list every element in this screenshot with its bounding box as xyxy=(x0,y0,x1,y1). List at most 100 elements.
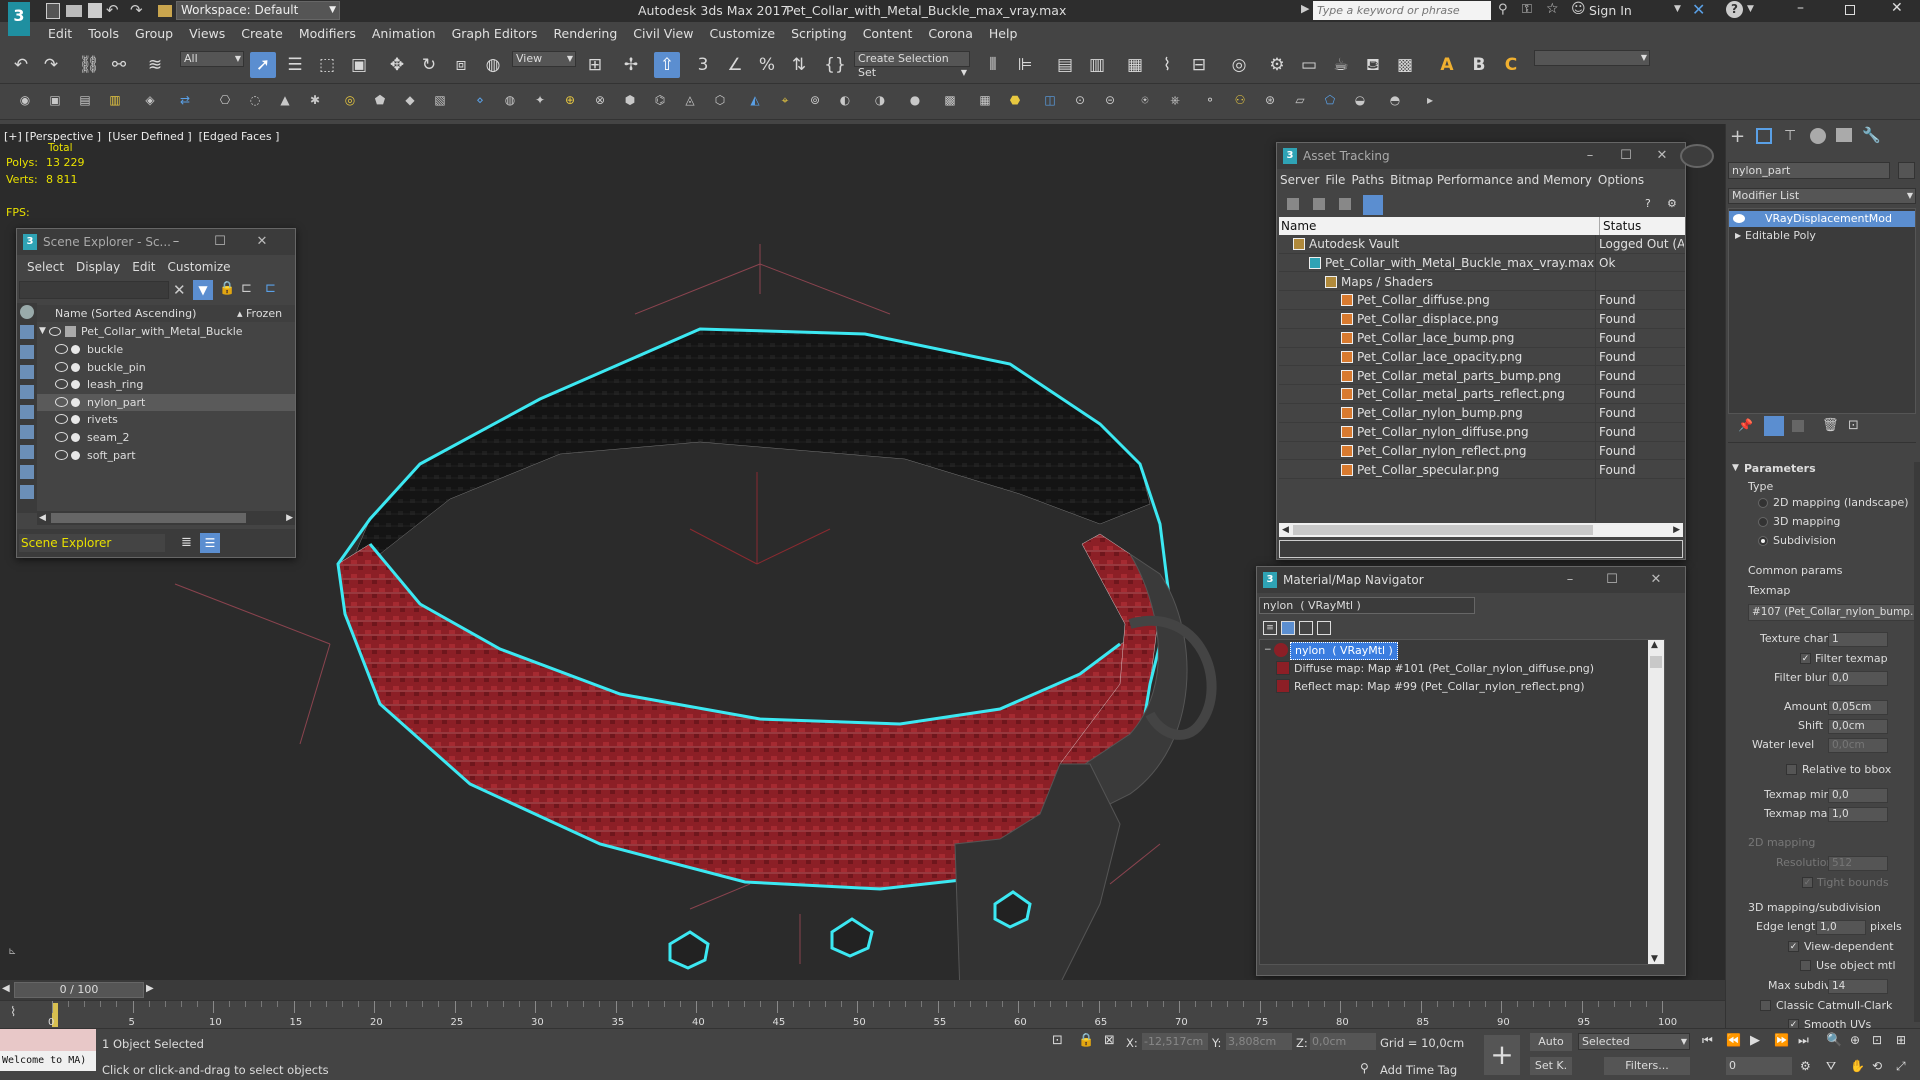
secondary-tool-icon[interactable]: ⊙ xyxy=(1070,90,1090,110)
select-scale-icon[interactable]: ⧈ xyxy=(448,52,474,78)
zoom-extents-icon[interactable]: ⊡ xyxy=(1872,1033,1882,1047)
favorites-star-icon[interactable]: ☆ xyxy=(1546,1,1559,17)
column-name-header[interactable]: Name (Sorted Ascending) xyxy=(55,305,196,322)
asset-settings-icon[interactable]: ⚙ xyxy=(1667,197,1677,210)
spinner-snap-icon[interactable]: ⇅ xyxy=(786,52,812,78)
secondary-tool-icon[interactable]: ◍ xyxy=(500,90,520,110)
material-navigator-window[interactable]: 3 Material/Map Navigator – ☐ ✕ nylon ( V… xyxy=(1256,566,1686,976)
rectangular-selection-icon[interactable]: ⬚ xyxy=(314,52,340,78)
classic-catmull-checkbox[interactable] xyxy=(1760,1000,1771,1011)
nav-view-list-icons-icon[interactable] xyxy=(1281,621,1295,635)
scene-explorer-menu-customize[interactable]: Customize xyxy=(162,257,237,277)
secondary-tool-icon[interactable]: ⌬ xyxy=(650,90,670,110)
display-none-icon[interactable] xyxy=(20,305,34,319)
workspace-dropdown[interactable]: Workspace: Default ▼ xyxy=(176,1,340,20)
undo-icon[interactable]: ↶ xyxy=(106,1,119,19)
secondary-tool-icon[interactable]: ◫ xyxy=(1040,90,1060,110)
secondary-tool-icon[interactable]: ▥ xyxy=(105,90,125,110)
secondary-tool-icon[interactable]: ◓ xyxy=(1385,90,1405,110)
select-object-icon[interactable]: ➚ xyxy=(250,52,276,78)
keyboard-shortcut-override-icon[interactable]: ⇧ xyxy=(654,52,680,78)
secondary-tool-icon[interactable]: ⚇ xyxy=(1230,90,1250,110)
edit-named-selection-icon[interactable]: {} xyxy=(822,52,848,78)
material-vscrollbar[interactable]: ▲ ▼ xyxy=(1648,640,1664,964)
project-folder-icon[interactable] xyxy=(158,5,172,17)
asset-row[interactable]: Pet_Collar_diffuse.png Found xyxy=(1279,291,1685,310)
go-to-end-icon[interactable]: ⏭ xyxy=(1798,1033,1809,1048)
shift-spinner[interactable]: 0,0cm xyxy=(1828,719,1888,734)
scene-object-row[interactable]: buckle_pin xyxy=(37,359,295,376)
type-2d-radio[interactable] xyxy=(1758,498,1768,508)
scroll-thumb[interactable] xyxy=(1650,656,1662,668)
tree-root-row[interactable]: ▼ Pet_Collar_with_Metal_Buckle xyxy=(37,323,295,340)
scene-object-row[interactable]: buckle xyxy=(37,341,295,358)
lock-icon[interactable]: 🔒 xyxy=(219,281,235,296)
make-unique-icon[interactable] xyxy=(1792,420,1804,432)
select-move-icon[interactable]: ✥ xyxy=(384,52,410,78)
mirror-icon[interactable]: ⫴ xyxy=(980,52,1006,78)
secondary-tool-icon[interactable]: ▩ xyxy=(940,90,960,110)
asset-row[interactable]: Pet_Collar_nylon_reflect.png Found xyxy=(1279,442,1685,461)
type-subdivision-radio[interactable] xyxy=(1758,536,1768,546)
secondary-tool-icon[interactable]: ▧ xyxy=(430,90,450,110)
type-3d-radio[interactable] xyxy=(1758,517,1768,527)
view-dependent-checkbox[interactable]: ✓ xyxy=(1788,941,1799,952)
material-name-field[interactable]: nylon ( VRayMtl ) xyxy=(1259,597,1475,614)
display-bones-icon[interactable] xyxy=(20,485,34,499)
menu-item-content[interactable]: Content xyxy=(855,22,921,46)
vray-text-a-icon[interactable]: A xyxy=(1434,52,1460,78)
perspective-viewport[interactable]: [+] [Perspective ] [User Defined ] [Edge… xyxy=(0,124,1725,980)
hierarchy-tab-icon[interactable]: ⊤ xyxy=(1784,128,1796,144)
asset-row[interactable]: Pet_Collar_displace.png Found xyxy=(1279,310,1685,329)
percent-snap-icon[interactable]: % xyxy=(754,52,780,78)
asset-view-icon-3[interactable] xyxy=(1339,198,1351,210)
secondary-tool-icon[interactable]: ◎ xyxy=(340,90,360,110)
display-spacewarps-icon[interactable] xyxy=(20,425,34,439)
minimize-window-icon[interactable]: – xyxy=(1797,0,1804,16)
ribbon-toggle-icon[interactable]: ▦ xyxy=(1122,52,1148,78)
secondary-tool-icon[interactable]: ◐ xyxy=(835,90,855,110)
asset-help-icon[interactable]: ? xyxy=(1645,197,1651,210)
select-manipulate-icon[interactable]: ✢ xyxy=(618,52,644,78)
unlink-icon[interactable]: ⚯ xyxy=(106,52,132,78)
display-shapes-icon[interactable] xyxy=(20,345,34,359)
asset-menu-paths[interactable]: Paths xyxy=(1348,170,1387,190)
expand-arrow-icon[interactable]: ▶ xyxy=(1735,228,1741,244)
secondary-tool-icon[interactable]: ⋄ xyxy=(470,90,490,110)
close-window-icon[interactable]: ✕ xyxy=(1891,0,1903,16)
asset-path-field[interactable] xyxy=(1279,540,1683,558)
modify-tab-icon[interactable] xyxy=(1756,128,1772,144)
open-file-icon[interactable] xyxy=(66,5,82,17)
scroll-left-icon[interactable]: ◀ xyxy=(39,511,46,525)
asset-view-icon-1[interactable] xyxy=(1287,198,1299,210)
close-icon[interactable]: ✕ xyxy=(247,229,277,255)
render-setup-icon[interactable]: ⚙ xyxy=(1264,52,1290,78)
visibility-eye-icon[interactable] xyxy=(55,396,68,407)
menu-item-corona[interactable]: Corona xyxy=(920,22,980,46)
pan-icon[interactable]: ✋ xyxy=(1850,1059,1865,1073)
zoom-extents-all-icon[interactable]: ⊞ xyxy=(1896,1033,1906,1047)
material-map-row[interactable]: Reflect map: Map #99 (Pet_Collar_nylon_r… xyxy=(1262,678,1642,695)
texmap-min-spinner[interactable]: 0,0 xyxy=(1828,788,1888,803)
visibility-eye-icon[interactable] xyxy=(55,361,68,372)
visibility-eye-icon[interactable] xyxy=(55,379,68,390)
scene-explorer-search-input[interactable] xyxy=(19,281,169,299)
minimize-icon[interactable]: – xyxy=(1575,143,1605,169)
modifier-row-vraydisplacement[interactable]: VRayDisplacementMod xyxy=(1729,211,1915,227)
named-selection-dropdown[interactable]: Create Selection Set ▼ xyxy=(854,51,970,79)
menu-item-scripting[interactable]: Scripting xyxy=(783,22,855,46)
asset-row[interactable]: Maps / Shaders xyxy=(1279,273,1685,292)
filter-icon[interactable]: ▼ xyxy=(193,280,213,300)
menu-item-animation[interactable]: Animation xyxy=(364,22,444,46)
select-place-icon[interactable]: ◍ xyxy=(480,52,506,78)
scene-explorer-toggle-icon[interactable]: ▤ xyxy=(1052,52,1078,78)
asset-row[interactable]: Autodesk Vault Logged Out (As xyxy=(1279,235,1685,254)
asset-view-icon-4[interactable] xyxy=(1363,195,1383,215)
secondary-tool-icon[interactable]: ⚬ xyxy=(1200,90,1220,110)
key-filters-button[interactable]: Filters... xyxy=(1604,1057,1690,1075)
scene-explorer-menu-select[interactable]: Select xyxy=(21,257,70,277)
max-subdivs-spinner[interactable]: 14 xyxy=(1828,979,1888,994)
autodesk-x-icon[interactable]: ✕ xyxy=(1692,0,1705,19)
utilities-tab-icon[interactable]: 🔧 xyxy=(1862,126,1881,144)
key-mode-dropdown[interactable]: Selected ▼ xyxy=(1578,1033,1690,1050)
